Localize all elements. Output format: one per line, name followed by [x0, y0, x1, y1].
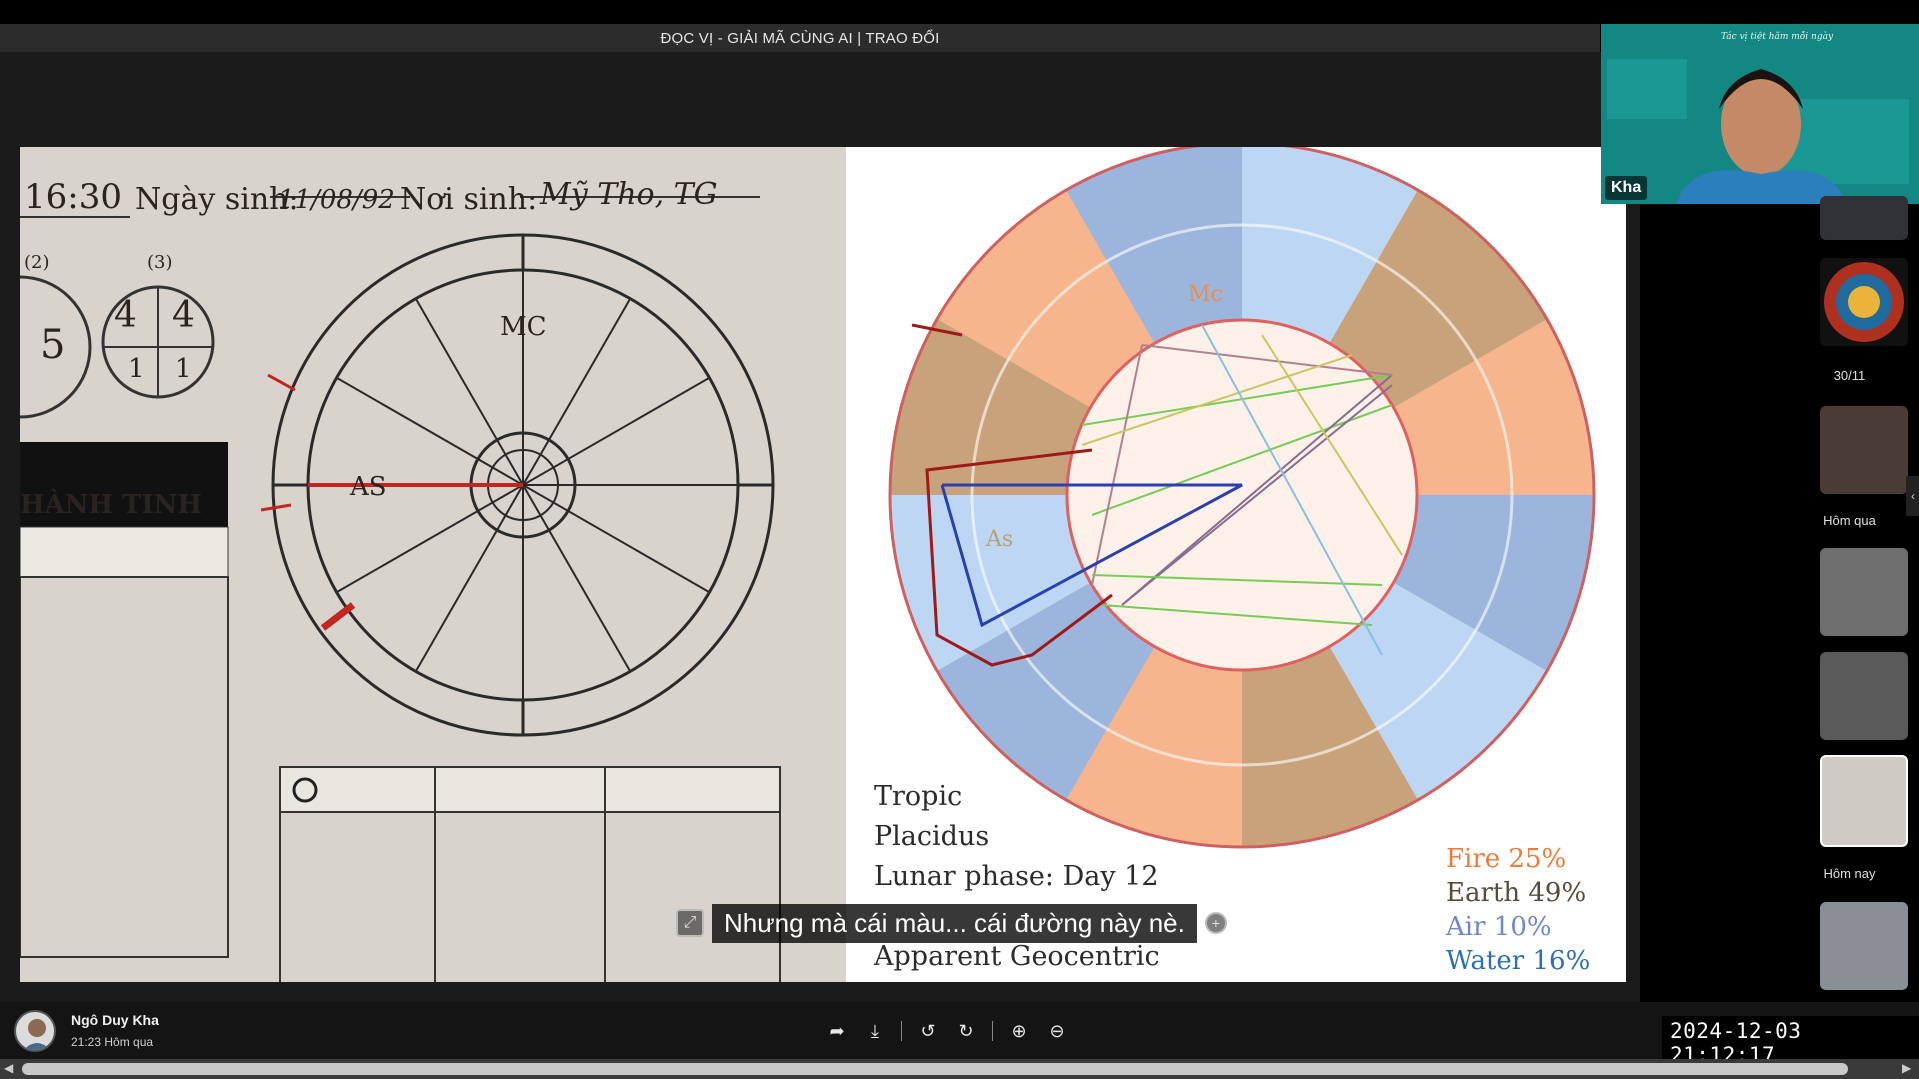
webcam-slide-heading: Tác vị tiệt hãm mỗi ngày — [1721, 32, 1834, 42]
bottom-bar: Ngô Duy Kha 21:23 Hôm qua ➦ ⤓ ↺ ↻ ⊕ ⊖ — [0, 1002, 1919, 1059]
chart-info-line: Lunar phase: Day 12 — [874, 861, 1159, 892]
chart-element-fire: Fire 25% — [1446, 844, 1567, 874]
notes-as-mark: AS — [350, 472, 387, 502]
rotate-left-icon[interactable]: ↺ — [916, 1019, 940, 1043]
date-label: 30/11 — [1833, 368, 1866, 383]
share-icon[interactable]: ➦ — [825, 1019, 849, 1043]
thumbnail[interactable] — [1820, 548, 1908, 636]
webcam-feed — [1601, 24, 1919, 204]
notes-drawing — [20, 147, 846, 982]
chart-as-label: As — [986, 527, 1014, 552]
notes-mc-mark: MC — [500, 312, 547, 342]
download-icon[interactable]: ⤓ — [863, 1019, 887, 1043]
notes-box-label-3: (3) — [147, 252, 173, 273]
notes-section-header: HÀNH TINH — [20, 490, 202, 520]
thumbnail[interactable] — [1820, 902, 1908, 990]
chart-info-line: Apparent Geocentric — [874, 941, 1160, 972]
astrology-chart-image: Mc As Tropic Placidus Lunar phase: Day 1… — [846, 147, 1626, 982]
chart-info-line: Tropic — [874, 781, 963, 812]
caption-text: Nhưng mà cái màu... cái đường này nè. — [712, 903, 1197, 943]
top-strip — [0, 0, 1919, 24]
thumbnail[interactable] — [1820, 196, 1908, 240]
caption-overlay: ⤢ Nhưng mà cái màu... cái đường này nè. … — [676, 903, 1227, 943]
add-circle-icon[interactable]: + — [1204, 912, 1227, 934]
chart-element-list: Fire 25% Earth 49% Air 10% Water 16% — [1446, 842, 1590, 978]
notes-box-number: 5 — [40, 322, 66, 368]
thumbnail-sidebar: 30/11 Hôm qua Hôm nay ‹ — [1780, 196, 1919, 1000]
rotate-right-icon[interactable]: ↻ — [954, 1019, 978, 1043]
notes-time: 16:30 — [24, 177, 122, 217]
notes-box-number: 4 — [172, 295, 195, 336]
handwritten-notes-photo: 16:30 Ngày sinh: 11/08/92 Nơi sinh: Mỹ T… — [20, 147, 846, 982]
avatar[interactable] — [14, 1010, 56, 1052]
sender-name: Ngô Duy Kha — [71, 1012, 159, 1028]
viewer-toolbar: ➦ ⤓ ↺ ↻ ⊕ ⊖ — [825, 1014, 1069, 1048]
notes-box-number: 4 — [114, 295, 137, 336]
chart-element-water: Water 16% — [1446, 946, 1591, 976]
webcam-overlay: Tác vị tiệt hãm mỗi ngày Kha — [1601, 24, 1919, 204]
zoom-in-icon[interactable]: ⊕ — [1007, 1019, 1031, 1043]
thumbnail[interactable] — [1820, 652, 1908, 740]
chart-mc-label: Mc — [1188, 282, 1223, 307]
scroll-right-icon[interactable]: ▶ — [1902, 1061, 1911, 1075]
zoom-out-icon[interactable]: ⊖ — [1045, 1019, 1069, 1043]
toolbar-divider — [992, 1021, 993, 1041]
expand-icon[interactable]: ⤢ — [676, 909, 704, 937]
thumbnail[interactable] — [1820, 406, 1908, 494]
notes-place-label: Nơi sinh: — [400, 182, 538, 217]
toolbar-divider — [901, 1021, 902, 1041]
date-label: Hôm nay — [1823, 866, 1876, 881]
title-bar: ĐỌC VỊ - GIẢI MÃ CÙNG AI | TRAO ĐỔI — [0, 24, 1600, 52]
thumbnail-zodiac-wheel[interactable] — [1820, 258, 1908, 346]
notes-birth-value: 11/08/92 — [278, 185, 395, 215]
chart-element-air: Air 10% — [1446, 912, 1552, 942]
avatar-graphic — [23, 1019, 51, 1050]
notes-place-value: Mỹ Tho, TG — [540, 177, 718, 212]
webcam-name-tag: Kha — [1605, 176, 1648, 200]
notes-box-number: 1 — [128, 354, 145, 384]
thumbnail-wheel-graphic — [1824, 262, 1904, 342]
sidebar-collapse-icon[interactable]: ‹ — [1906, 476, 1919, 516]
thumbnail-selected[interactable] — [1820, 755, 1908, 847]
chart-info-lines: Tropic Placidus Lunar phase: Day 12 Appa… — [874, 777, 1160, 977]
scroll-thumb[interactable] — [22, 1063, 1848, 1075]
date-label: Hôm qua — [1823, 513, 1876, 528]
scroll-left-icon[interactable]: ◀ — [4, 1061, 13, 1075]
chart-element-earth: Earth 49% — [1446, 878, 1587, 908]
horizontal-scrollbar[interactable]: ◀ ▶ — [0, 1059, 1919, 1079]
chart-info-line: Placidus — [874, 821, 990, 852]
notes-box-label-2: (2) — [24, 252, 50, 273]
page-title: ĐỌC VỊ - GIẢI MÃ CÙNG AI | TRAO ĐỔI — [660, 29, 940, 47]
notes-box-number: 1 — [175, 354, 192, 384]
sender-time: 21:23 Hôm qua — [71, 1035, 154, 1049]
notes-birth-label: Ngày sinh: — [135, 182, 299, 217]
